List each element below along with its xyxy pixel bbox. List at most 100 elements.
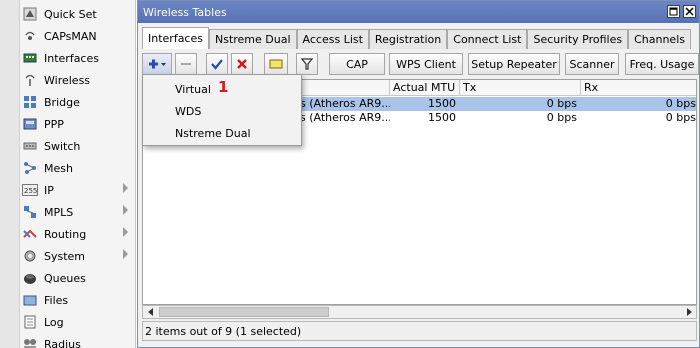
menu-option-virtual[interactable]: Virtual xyxy=(175,80,211,98)
menu-item-label: Files xyxy=(44,293,69,307)
column-header-rx[interactable]: Rx xyxy=(581,80,696,96)
menu-item-label: Quick Set xyxy=(44,7,97,21)
menu-item-files[interactable]: Files xyxy=(22,289,134,311)
menu-item-label: Interfaces xyxy=(44,51,99,65)
files-icon xyxy=(22,293,38,307)
tab-label: Access List xyxy=(302,33,363,46)
scroll-right-icon[interactable] xyxy=(682,306,696,318)
system-icon xyxy=(22,249,38,263)
menu-item-radius[interactable]: Radius xyxy=(22,333,134,348)
radius-icon xyxy=(22,337,38,348)
menu-item-label: Mesh xyxy=(44,161,73,175)
freq-usage-button[interactable]: Freq. Usage xyxy=(625,53,699,75)
header-label: Tx xyxy=(463,81,477,94)
window-titlebar[interactable]: Wireless Tables xyxy=(138,1,699,23)
mesh-icon xyxy=(22,161,38,175)
cell-tx: 0 bps xyxy=(546,97,577,110)
menu-option-wds[interactable]: WDS xyxy=(175,102,201,120)
routing-icon xyxy=(22,227,38,241)
menu-item-label: CAPsMAN xyxy=(44,29,97,43)
wps-client-button[interactable]: WPS Client xyxy=(389,53,463,75)
svg-text:255: 255 xyxy=(24,187,37,195)
column-header-tx[interactable]: Tx xyxy=(460,80,581,96)
horizontal-scrollbar[interactable] xyxy=(142,305,697,319)
menu-item-label: Switch xyxy=(44,139,81,153)
button-label: WPS Client xyxy=(396,57,456,71)
tab-interfaces[interactable]: Interfaces xyxy=(142,27,209,49)
cell-type: s (Atheros AR9... xyxy=(300,97,390,110)
window-title: Wireless Tables xyxy=(143,5,227,19)
cell-mtu: 1500 xyxy=(428,97,456,110)
menu-item-mpls[interactable]: MPLS xyxy=(22,201,134,223)
cap-button[interactable]: CAP xyxy=(329,53,385,75)
menu-item-log[interactable]: Log xyxy=(22,311,134,333)
menu-option-label: Nstreme Dual xyxy=(175,126,251,140)
maximize-button[interactable] xyxy=(667,5,680,18)
setup-repeater-button[interactable]: Setup Repeater xyxy=(468,53,560,75)
tab-label: Registration xyxy=(374,33,442,46)
column-header-actual-mtu[interactable]: Actual MTU xyxy=(390,80,460,96)
submenu-arrow-icon xyxy=(123,205,128,215)
menu-option-label: Virtual xyxy=(175,82,211,96)
menu-item-queues[interactable]: Queues xyxy=(22,267,134,289)
menu-item-label: Wireless xyxy=(44,73,91,87)
tab-bar: Interfaces Nstreme Dual Access List Regi… xyxy=(142,27,691,49)
menu-item-ip[interactable]: 255 IP xyxy=(22,179,134,201)
header-label: Actual MTU xyxy=(393,81,456,94)
disable-button[interactable] xyxy=(231,53,253,75)
menu-item-wireless[interactable]: Wireless xyxy=(22,69,134,91)
menu-item-ppp[interactable]: PPP xyxy=(22,113,134,135)
menu-gutter xyxy=(0,0,20,348)
menu-item-quick-set[interactable]: Quick Set xyxy=(22,3,134,25)
menu-item-mesh[interactable]: Mesh xyxy=(22,157,134,179)
menu-item-label: PPP xyxy=(44,117,64,131)
tab-connect-list[interactable]: Connect List xyxy=(447,29,528,49)
status-bar: 2 items out of 9 (1 selected) xyxy=(142,321,697,341)
comment-button[interactable] xyxy=(264,53,288,75)
submenu-arrow-icon xyxy=(123,183,128,193)
tab-nstreme-dual[interactable]: Nstreme Dual xyxy=(208,29,297,49)
menu-item-label: Log xyxy=(44,315,64,329)
switch-icon xyxy=(22,139,38,153)
cell-mtu: 1500 xyxy=(428,111,456,124)
add-button[interactable] xyxy=(142,53,172,75)
log-icon xyxy=(22,315,38,329)
tab-security-profiles[interactable]: Security Profiles xyxy=(527,29,629,49)
menu-item-routing[interactable]: Routing xyxy=(22,223,134,245)
filter-button[interactable] xyxy=(296,53,318,75)
menu-item-bridge[interactable]: Bridge xyxy=(22,91,134,113)
capsman-icon xyxy=(22,29,38,43)
enable-button[interactable] xyxy=(206,53,228,75)
menu-item-switch[interactable]: Switch xyxy=(22,135,134,157)
menu-item-capsman[interactable]: CAPsMAN xyxy=(22,25,134,47)
close-button[interactable] xyxy=(683,5,696,18)
menu-option-label: WDS xyxy=(175,104,202,118)
cell-type: s (Atheros AR9... xyxy=(300,111,390,124)
tab-access-list[interactable]: Access List xyxy=(296,29,369,49)
remove-button[interactable] xyxy=(175,53,197,75)
scroll-left-icon[interactable] xyxy=(144,306,158,318)
button-label: Setup Repeater xyxy=(471,57,557,71)
header-label: Rx xyxy=(584,81,599,94)
menu-option-nstreme-dual[interactable]: Nstreme Dual xyxy=(175,124,251,142)
tab-registration[interactable]: Registration xyxy=(368,29,448,49)
tab-label: Interfaces xyxy=(148,32,203,45)
maximize-icon xyxy=(669,7,678,16)
annotation-number: 1 xyxy=(218,78,229,96)
tab-channels[interactable]: Channels xyxy=(628,29,691,49)
menu-item-label: Radius xyxy=(44,337,81,348)
menu-item-interfaces[interactable]: Interfaces xyxy=(22,47,134,69)
scanner-button[interactable]: Scanner xyxy=(565,53,619,75)
bridge-icon xyxy=(22,95,38,109)
menu-item-label: Routing xyxy=(44,227,87,241)
cell-rx: 0 bps xyxy=(665,97,696,110)
ppp-icon xyxy=(22,117,38,131)
main-menu: Quick Set CAPsMAN Interfaces Wireless Br… xyxy=(0,0,136,348)
comment-icon xyxy=(269,59,283,69)
menu-item-system[interactable]: System xyxy=(22,245,134,267)
toolbar: CAP WPS Client Setup Repeater Scanner Fr… xyxy=(138,49,699,77)
scrollbar-thumb[interactable] xyxy=(159,307,329,317)
button-label: Freq. Usage xyxy=(629,57,695,71)
submenu-arrow-icon xyxy=(123,249,128,259)
menu-item-label: System xyxy=(44,249,86,263)
